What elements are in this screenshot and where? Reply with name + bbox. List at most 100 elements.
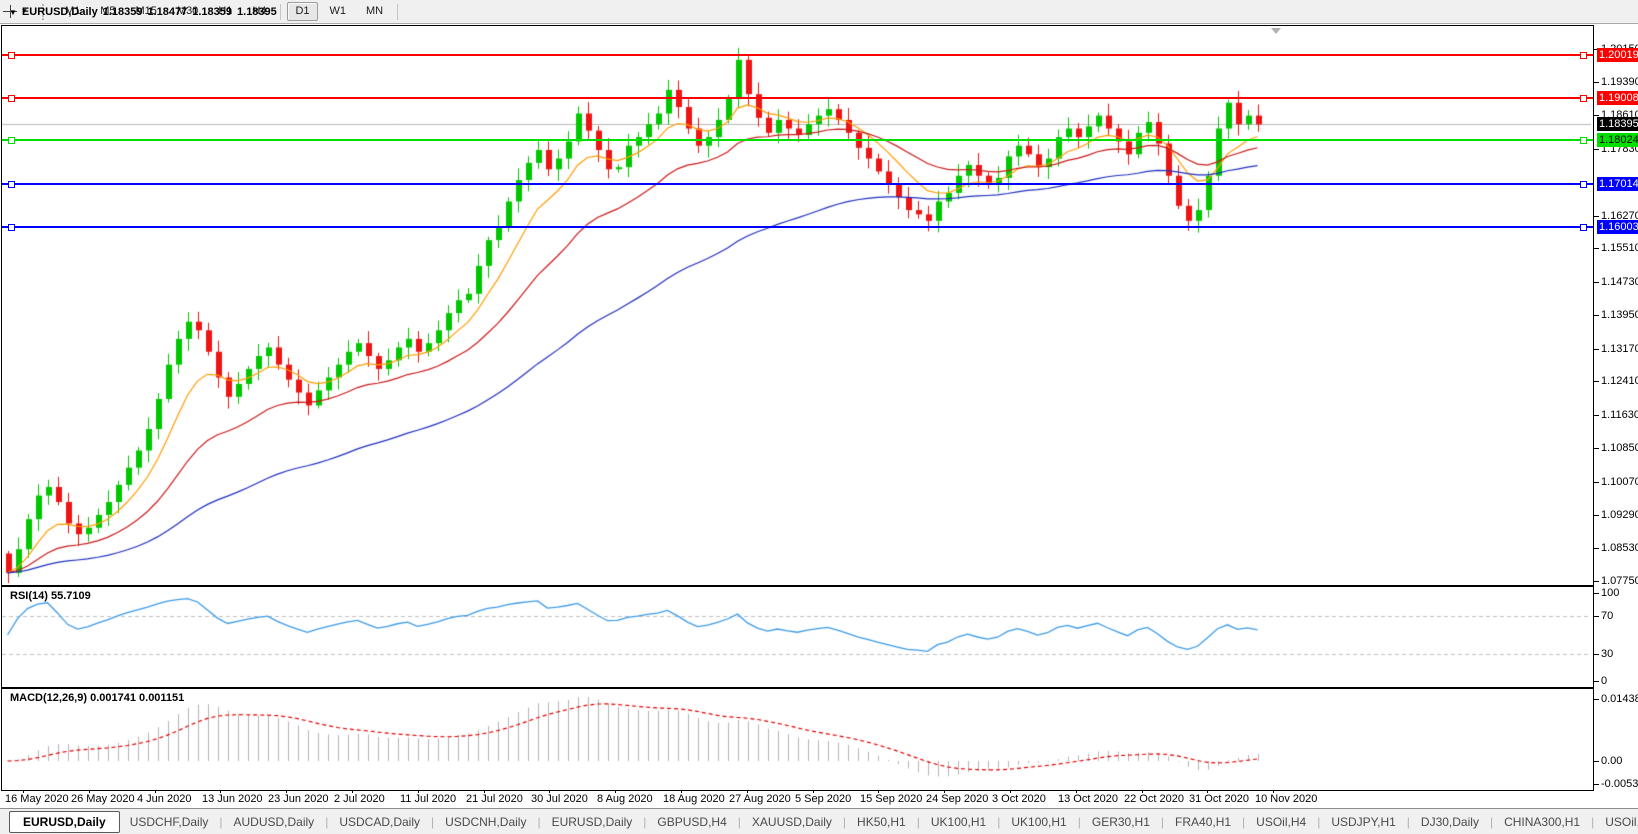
axis-tick-mark xyxy=(1594,82,1599,83)
axis-tick-mark xyxy=(1594,149,1599,150)
timeframe-button-mn[interactable]: MN xyxy=(358,2,391,21)
horizontal-level-line[interactable] xyxy=(2,139,1593,141)
date-label: 15 Sep 2020 xyxy=(860,793,922,805)
chart-tab-ger30-h1[interactable]: GER30,H1 xyxy=(1082,812,1160,832)
symbol-period-label: EURUSD,Daily xyxy=(22,6,98,18)
axis-tick-mark xyxy=(1594,216,1599,217)
macd-indicator-pane: MACD(12,26,9) 0.001741 0.001151 xyxy=(1,688,1594,791)
ohlc-high: 1.18477 xyxy=(147,6,187,18)
date-label: 2 Jul 2020 xyxy=(334,793,385,805)
hline-price-label: 1.18024 xyxy=(1597,133,1638,147)
axis-tick-mark xyxy=(1594,115,1599,116)
chart-tab-gbpusd-h4[interactable]: GBPUSD,H4 xyxy=(647,812,736,832)
horizontal-level-line[interactable] xyxy=(2,183,1593,185)
horizontal-level-line[interactable] xyxy=(2,54,1593,56)
axis-tick-mark xyxy=(1594,699,1599,700)
axis-tick-mark xyxy=(1594,593,1599,594)
date-label: 5 Sep 2020 xyxy=(795,793,851,805)
axis-tick-mark xyxy=(1594,415,1599,416)
axis-tick-mark xyxy=(1594,515,1599,516)
time-axis[interactable]: 16 May 202026 May 20204 Jun 202013 Jun 2… xyxy=(1,791,1594,808)
price-tick-label: 1.08530 xyxy=(1601,542,1638,554)
axis-tick-mark xyxy=(1594,315,1599,316)
chart-tab-xauusd-daily[interactable]: XAUUSD,Daily xyxy=(742,812,842,832)
price-axis[interactable]: 1.201501.193901.186101.178301.162701.155… xyxy=(1594,0,1638,833)
line-drag-handle[interactable] xyxy=(8,181,15,188)
price-tick-label: 1.10070 xyxy=(1601,476,1638,488)
chart-tab-uk100-h1[interactable]: UK100,H1 xyxy=(921,812,996,832)
chart-tab-china300-h1[interactable]: CHINA300,H1 xyxy=(1494,812,1590,832)
price-tick-label: 1.13950 xyxy=(1601,309,1638,321)
chart-tab-usdchf-daily[interactable]: USDCHF,Daily xyxy=(120,812,219,832)
macd-tick-label: 0.014384 xyxy=(1601,693,1638,705)
price-tick-label: 1.19390 xyxy=(1601,76,1638,88)
chart-tab-usoil-h4[interactable]: USOil,H4 xyxy=(1246,812,1316,832)
price-tick-label: 1.07750 xyxy=(1601,575,1638,587)
date-label: 3 Oct 2020 xyxy=(992,793,1046,805)
axis-tick-mark xyxy=(1594,248,1599,249)
price-tick-label: 1.10850 xyxy=(1601,442,1638,454)
price-tick-label: 1.11630 xyxy=(1601,409,1638,421)
price-chart-pane xyxy=(1,25,1594,586)
macd-tick-label: -0.005396 xyxy=(1601,778,1638,790)
timeframe-button-d1[interactable]: D1 xyxy=(287,2,317,21)
ohlc-close: 1.18395 xyxy=(237,6,277,18)
axis-tick-mark xyxy=(1594,349,1599,350)
line-drag-handle[interactable] xyxy=(8,224,15,231)
macd-label: MACD(12,26,9) 0.001741 0.001151 xyxy=(10,692,184,704)
rsi-indicator-pane: RSI(14) 55.7109 xyxy=(1,586,1594,688)
axis-tick-mark xyxy=(1594,681,1599,682)
price-tick-label: 1.13170 xyxy=(1601,343,1638,355)
price-tick-label: 1.15510 xyxy=(1601,242,1638,254)
axis-tick-mark xyxy=(1594,482,1599,483)
chart-tab-hk50-h1[interactable]: HK50,H1 xyxy=(847,812,916,832)
chart-tab-dj30-daily[interactable]: DJ30,Daily xyxy=(1411,812,1489,832)
price-tick-label: 1.12410 xyxy=(1601,375,1638,387)
axis-tick-mark xyxy=(1594,616,1599,617)
line-drag-handle[interactable] xyxy=(8,52,15,59)
axis-tick-mark xyxy=(1594,548,1599,549)
line-drag-handle[interactable] xyxy=(8,95,15,102)
chart-tab-eurusd-daily[interactable]: EURUSD,Daily xyxy=(542,812,643,832)
axis-tick-mark xyxy=(1594,761,1599,762)
timeframe-button-w1[interactable]: W1 xyxy=(322,2,355,21)
chart-tab-usdjpy-h1[interactable]: USDJPY,H1 xyxy=(1321,812,1405,832)
date-label: 13 Jun 2020 xyxy=(202,793,263,805)
rsi-tick-label: 30 xyxy=(1601,648,1613,660)
axis-tick-mark xyxy=(1594,282,1599,283)
macd-plot[interactable] xyxy=(2,689,1591,788)
line-drag-handle[interactable] xyxy=(1580,52,1587,59)
line-drag-handle[interactable] xyxy=(1580,181,1587,188)
line-drag-handle[interactable] xyxy=(1580,224,1587,231)
horizontal-level-line[interactable] xyxy=(2,97,1593,99)
date-label: 30 Jul 2020 xyxy=(531,793,588,805)
date-label: 24 Sep 2020 xyxy=(926,793,988,805)
date-label: 8 Aug 2020 xyxy=(597,793,653,805)
line-drag-handle[interactable] xyxy=(1580,95,1587,102)
chart-tab-eurusd-daily[interactable]: EURUSD,Daily xyxy=(9,811,120,833)
price-tick-label: 1.09290 xyxy=(1601,509,1638,521)
date-label: 21 Jul 2020 xyxy=(466,793,523,805)
collapse-chart-icon[interactable]: ▼ xyxy=(9,8,17,17)
chart-tab-audusd-daily[interactable]: AUDUSD,Daily xyxy=(224,812,325,832)
rsi-plot[interactable] xyxy=(2,587,1591,685)
chart-tab-usoil-h1[interactable]: USOil,H1 xyxy=(1595,812,1638,832)
hline-price-label: 1.19008 xyxy=(1597,91,1638,105)
rsi-tick-label: 0 xyxy=(1601,675,1607,687)
date-label: 23 Jun 2020 xyxy=(268,793,329,805)
chart-tab-bar: EURUSD,DailyUSDCHF,Daily|AUDUSD,Daily|US… xyxy=(0,808,1638,834)
axis-tick-mark xyxy=(1594,448,1599,449)
candlestick-plot[interactable] xyxy=(2,26,1591,583)
hline-price-label: 1.17014 xyxy=(1597,177,1638,191)
line-drag-handle[interactable] xyxy=(8,137,15,144)
chart-tab-fra40-h1[interactable]: FRA40,H1 xyxy=(1165,812,1241,832)
line-drag-handle[interactable] xyxy=(1580,137,1587,144)
chart-tab-uk100-h1[interactable]: UK100,H1 xyxy=(1001,812,1076,832)
rsi-tick-label: 70 xyxy=(1601,610,1613,622)
rsi-label: RSI(14) 55.7109 xyxy=(10,590,91,602)
chart-tab-usdcad-daily[interactable]: USDCAD,Daily xyxy=(329,812,430,832)
horizontal-level-line[interactable] xyxy=(2,226,1593,228)
date-label: 4 Jun 2020 xyxy=(137,793,191,805)
chart-shift-marker-icon[interactable] xyxy=(1271,28,1281,34)
chart-tab-usdcnh-daily[interactable]: USDCNH,Daily xyxy=(435,812,536,832)
